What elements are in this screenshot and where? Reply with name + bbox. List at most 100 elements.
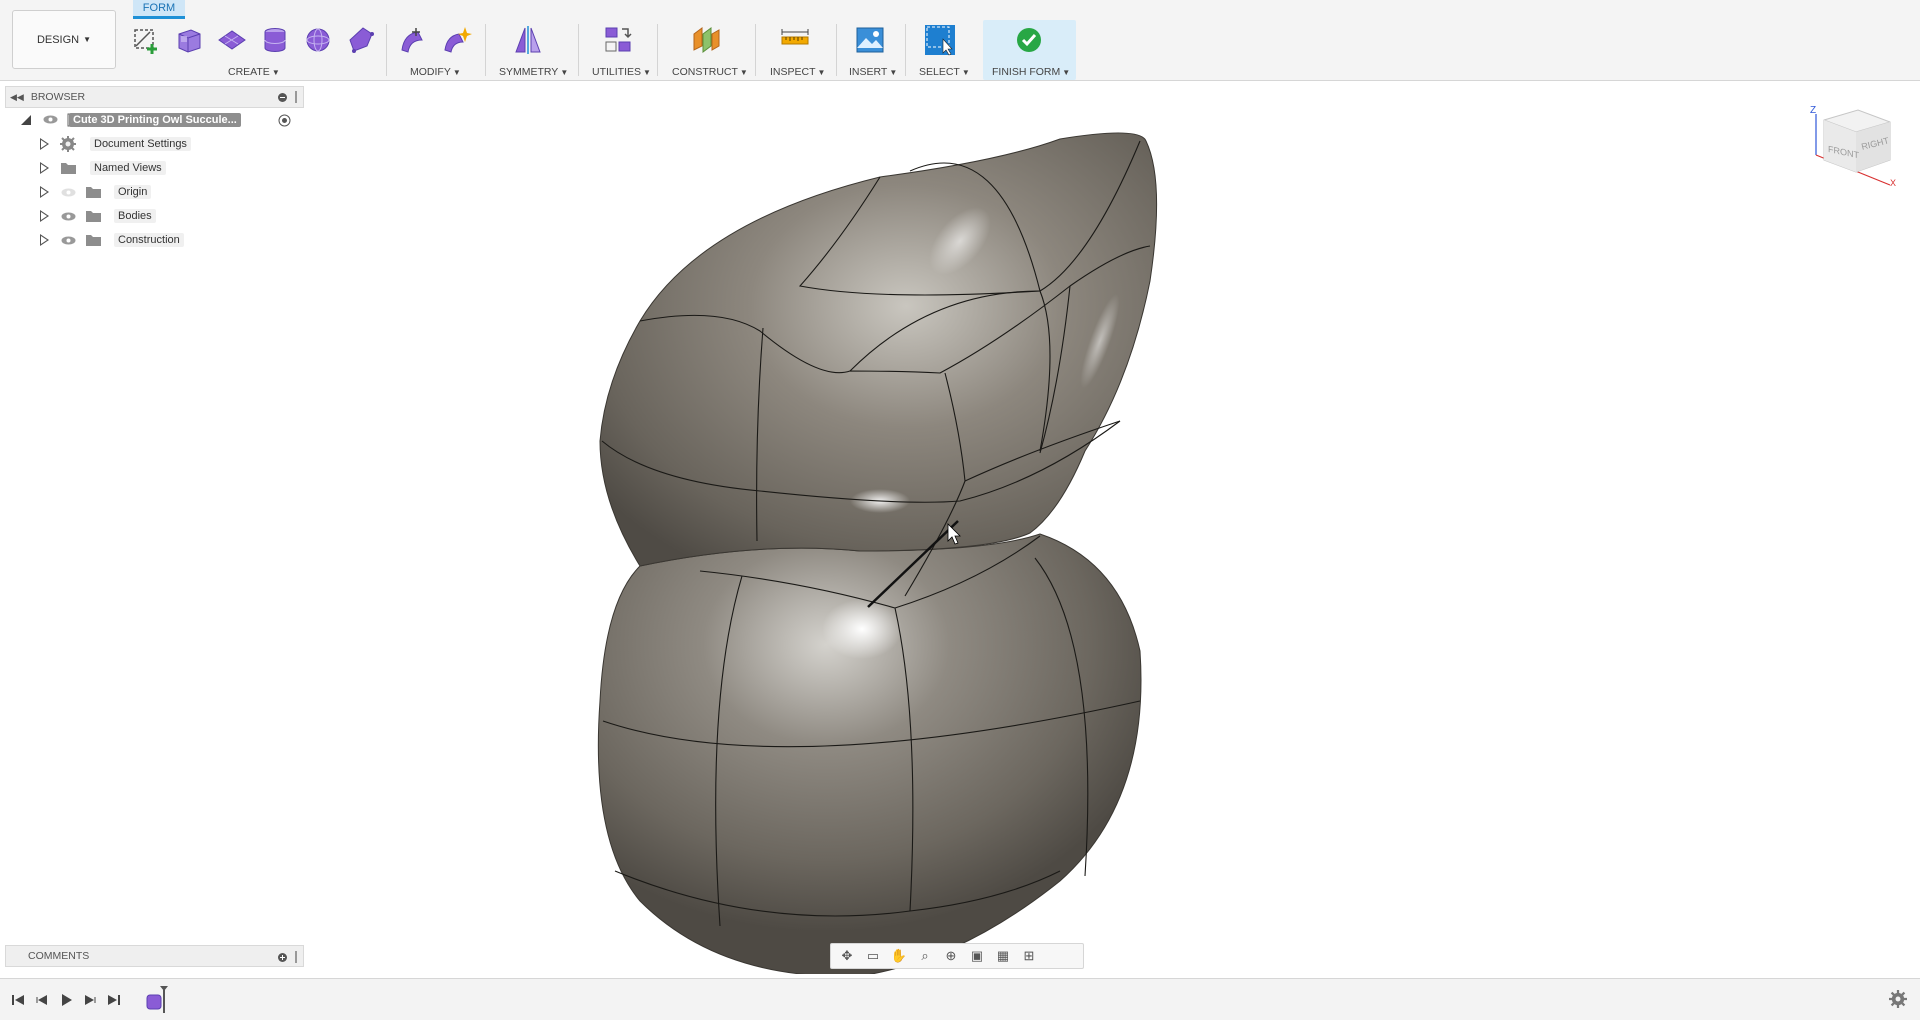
browser-item-construction[interactable]: Construction bbox=[5, 228, 304, 252]
add-comment-icon[interactable] bbox=[278, 952, 287, 962]
inspect-menu[interactable]: INSPECT ▼ bbox=[770, 66, 825, 78]
timeline-settings-gear-icon[interactable] bbox=[1889, 990, 1907, 1008]
mirror-icon[interactable] bbox=[512, 24, 544, 56]
quadball-icon[interactable] bbox=[345, 24, 377, 56]
toolbar-divider bbox=[836, 24, 837, 76]
document-name[interactable]: Cute 3D Printing Owl Succule... bbox=[69, 113, 241, 127]
toolbar-divider bbox=[386, 24, 387, 76]
expand-triangle-icon[interactable] bbox=[40, 162, 49, 174]
step-forward-icon[interactable] bbox=[82, 992, 98, 1008]
browser-header[interactable]: ◀◀ BROWSER bbox=[5, 86, 304, 108]
modify-spark-icon[interactable] bbox=[441, 24, 473, 56]
visibility-hidden-icon[interactable] bbox=[61, 188, 76, 197]
finish-form-icon[interactable] bbox=[1013, 24, 1045, 56]
go-to-end-icon[interactable] bbox=[106, 992, 122, 1008]
browser-root-row[interactable]: Cute 3D Printing Owl Succule... bbox=[5, 108, 304, 132]
utilities-menu[interactable]: UTILITIES ▼ bbox=[592, 66, 651, 78]
timeline-form-feature-icon[interactable] bbox=[144, 985, 172, 1015]
browser-item-label: Document Settings bbox=[90, 137, 191, 151]
display-settings-icon[interactable]: ▣ bbox=[967, 947, 987, 965]
workspace-label: DESIGN bbox=[36, 33, 80, 46]
folder-icon bbox=[61, 163, 76, 174]
tab-form[interactable]: FORM bbox=[133, 0, 185, 19]
expand-triangle-icon[interactable] bbox=[40, 210, 49, 222]
minimize-icon[interactable] bbox=[278, 92, 287, 102]
construct-group: CONSTRUCT ▼ bbox=[668, 20, 750, 80]
collapse-panel-icon[interactable]: ◀◀ bbox=[10, 92, 24, 103]
browser-item-bodies[interactable]: Bodies bbox=[5, 204, 304, 228]
navigation-bar: ✥ ▭ ✋ ⌕ ⊕ ▣ ▦ ⊞ bbox=[830, 943, 1084, 969]
visibility-eye-icon[interactable] bbox=[61, 236, 76, 245]
select-menu[interactable]: SELECT ▼ bbox=[919, 66, 970, 78]
construct-plane-icon[interactable] bbox=[690, 24, 722, 56]
construct-menu[interactable]: CONSTRUCT ▼ bbox=[672, 66, 748, 78]
insert-menu[interactable]: INSERT ▼ bbox=[849, 66, 897, 78]
inspect-group: INSPECT ▼ bbox=[765, 20, 835, 80]
expand-triangle-icon[interactable] bbox=[40, 186, 49, 198]
toolbar-divider bbox=[905, 24, 906, 76]
browser-item-named-views[interactable]: Named Views bbox=[5, 156, 304, 180]
modify-menu[interactable]: MODIFY ▼ bbox=[410, 66, 461, 78]
edit-form-icon[interactable] bbox=[398, 24, 430, 56]
comments-panel[interactable]: COMMENTS bbox=[5, 945, 304, 967]
toolbar-divider bbox=[578, 24, 579, 76]
select-group: SELECT ▼ bbox=[914, 20, 970, 80]
insert-image-icon[interactable] bbox=[854, 24, 886, 56]
visibility-eye-icon[interactable] bbox=[43, 115, 58, 124]
utilities-icon[interactable] bbox=[602, 24, 634, 56]
expand-triangle-icon[interactable] bbox=[40, 234, 49, 246]
pan-hand-icon[interactable]: ✋ bbox=[889, 947, 909, 965]
orbit-icon[interactable]: ✥ bbox=[837, 947, 857, 965]
sphere-icon[interactable] bbox=[302, 24, 334, 56]
grid-settings-icon[interactable]: ▦ bbox=[993, 947, 1013, 965]
browser-item-label: Bodies bbox=[114, 209, 156, 223]
fit-zoom-icon[interactable]: ⊕ bbox=[941, 947, 961, 965]
browser-item-origin[interactable]: Origin bbox=[5, 180, 304, 204]
toolbar-divider bbox=[485, 24, 486, 76]
modify-group: MODIFY ▼ bbox=[398, 20, 476, 80]
measure-icon[interactable] bbox=[779, 24, 811, 56]
workspace-switcher-button[interactable]: DESIGN ▼ bbox=[12, 10, 116, 69]
look-at-icon[interactable]: ▭ bbox=[863, 947, 883, 965]
go-to-start-icon[interactable] bbox=[10, 992, 26, 1008]
panel-pin-icon[interactable] bbox=[295, 951, 297, 963]
folder-icon bbox=[86, 235, 101, 246]
create-menu[interactable]: CREATE ▼ bbox=[228, 66, 280, 78]
browser-item-document-settings[interactable]: Document Settings bbox=[5, 132, 304, 156]
browser-panel: ◀◀ BROWSER Cute 3D Printing Owl Succule.… bbox=[5, 86, 304, 252]
panel-pin-icon[interactable] bbox=[295, 91, 297, 103]
select-icon[interactable] bbox=[924, 24, 956, 56]
utilities-group: UTILITIES ▼ bbox=[588, 20, 660, 80]
finish-form-menu[interactable]: FINISH FORM ▼ bbox=[992, 66, 1070, 78]
browser-item-label: Named Views bbox=[90, 161, 166, 175]
folder-icon bbox=[86, 187, 101, 198]
create-sketch-icon[interactable] bbox=[130, 24, 162, 56]
plane-icon[interactable] bbox=[216, 24, 248, 56]
view-cube[interactable]: Z X FRONT RIGHT bbox=[1810, 100, 1900, 190]
play-icon[interactable] bbox=[58, 992, 74, 1008]
viewports-icon[interactable]: ⊞ bbox=[1019, 947, 1039, 965]
zoom-icon[interactable]: ⌕ bbox=[915, 947, 935, 965]
axis-x-label: X bbox=[1890, 178, 1896, 188]
chevron-down-icon: ▼ bbox=[83, 35, 92, 44]
gear-icon bbox=[60, 136, 76, 152]
visibility-eye-icon[interactable] bbox=[61, 212, 76, 221]
timeline-bar bbox=[0, 978, 1920, 1020]
specular-highlight bbox=[822, 599, 902, 659]
cylinder-icon[interactable] bbox=[259, 24, 291, 56]
toolbar-divider bbox=[657, 24, 658, 76]
step-back-icon[interactable] bbox=[34, 992, 50, 1008]
browser-title: BROWSER bbox=[30, 91, 86, 103]
axis-z-label: Z bbox=[1810, 105, 1816, 116]
symmetry-menu[interactable]: SYMMETRY ▼ bbox=[499, 66, 568, 78]
symmetry-group: SYMMETRY ▼ bbox=[495, 20, 570, 80]
browser-item-label: Origin bbox=[114, 185, 152, 199]
expand-triangle-icon[interactable] bbox=[40, 138, 49, 150]
finish-form-group: FINISH FORM ▼ bbox=[983, 20, 1076, 80]
activate-radio-icon[interactable] bbox=[278, 114, 291, 127]
box-icon[interactable] bbox=[173, 24, 205, 56]
toolbar-divider bbox=[755, 24, 756, 76]
insert-group: INSERT ▼ bbox=[846, 20, 902, 80]
expand-triangle-icon[interactable] bbox=[20, 114, 32, 126]
fusion-app-window: DESIGN ▼ FORM CREATE ▼ MODIFY ▼ SYMMETRY… bbox=[0, 0, 1920, 1020]
